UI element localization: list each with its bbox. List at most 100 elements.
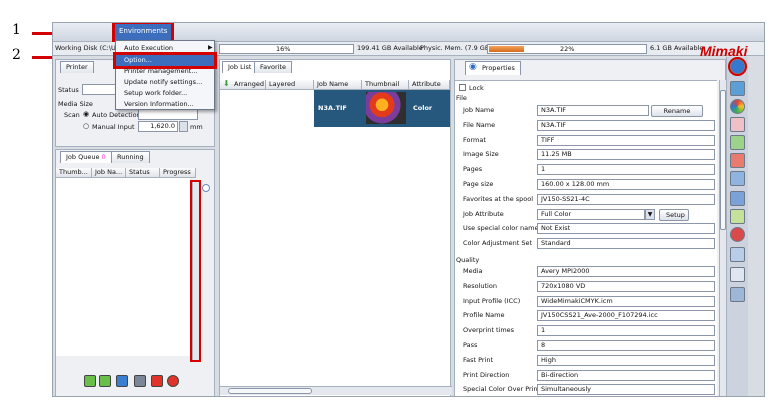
property-row: Favorites at the spool JV150-SS21-4C <box>455 192 717 207</box>
col-attribute[interactable]: Attribute <box>409 80 450 90</box>
manual-input-field[interactable]: 1,620.0 <box>138 121 178 132</box>
unit-label: mm <box>190 123 203 131</box>
queue-delete-icon[interactable] <box>151 375 163 387</box>
overview-tool-icon[interactable] <box>730 209 745 224</box>
property-value[interactable]: 720x1080 VD <box>537 280 715 292</box>
setup-button[interactable]: Setup <box>659 209 689 221</box>
tiling-tool-icon[interactable] <box>730 153 745 168</box>
menu-environments[interactable]: Environments <box>111 23 175 44</box>
manual-input-radio[interactable]: ○ <box>83 122 89 130</box>
tab-printer[interactable]: Printer <box>60 61 94 73</box>
queue-add-icon[interactable] <box>84 375 96 387</box>
queue-stop-icon[interactable] <box>134 375 146 387</box>
menu-item-version-info[interactable]: Version Information... <box>116 99 214 110</box>
property-label: Pass <box>463 341 478 349</box>
merge-tool-icon[interactable] <box>730 267 745 282</box>
property-label: Format <box>463 135 486 144</box>
property-value[interactable]: JV150CSS21_Ave-2000_F107294.icc <box>537 310 715 322</box>
property-value[interactable]: 1 <box>537 164 715 176</box>
composite-tool-icon[interactable] <box>730 135 745 150</box>
property-value[interactable]: N3A.TIF <box>537 105 649 116</box>
property-value[interactable]: TIFF <box>537 134 715 146</box>
property-label: Overprint times <box>463 326 515 335</box>
step-repeat-tool-icon[interactable] <box>730 171 745 186</box>
property-value[interactable]: 1 <box>537 325 715 337</box>
properties-scrollbar[interactable] <box>719 80 726 396</box>
property-label: File Name <box>463 120 496 129</box>
col-progress[interactable]: Progress <box>160 168 196 178</box>
lock-checkbox[interactable] <box>459 84 466 91</box>
menu-item-option[interactable]: Option... <box>113 52 217 69</box>
menu-item-update-notify[interactable]: Update notify settings... <box>116 77 214 88</box>
section-file: File <box>456 94 467 102</box>
copy-tool-icon[interactable] <box>730 247 745 262</box>
property-row: Pages 1 <box>455 162 717 177</box>
property-label: Favorites at the spool <box>463 194 534 203</box>
splitter-handle[interactable] <box>202 184 210 192</box>
col-job-name[interactable]: Job Na... <box>92 168 126 178</box>
property-label: Image Size <box>463 150 499 159</box>
property-value[interactable]: Simultaneously <box>537 384 715 396</box>
tab-job-queue[interactable]: Job Queue 0 <box>60 151 112 163</box>
table-row[interactable]: N3A.TIF Color <box>314 90 450 127</box>
property-row: Page size 160.00 x 128.00 mm <box>455 177 717 192</box>
property-value[interactable]: Not Exist <box>537 223 715 235</box>
col-job-name[interactable]: Job Name <box>314 80 362 90</box>
memory-usage-percent: 22% <box>560 45 575 53</box>
menu-item-setup-work-folder[interactable]: Setup work folder... <box>116 88 214 99</box>
special-color-tool-icon[interactable] <box>730 227 745 242</box>
tab-running[interactable]: Running <box>111 151 150 163</box>
property-value[interactable]: Avery MPI2000 <box>537 266 715 277</box>
menu-item-printer-management[interactable]: Printer management... <box>116 66 214 77</box>
annotation-number-2: 2 <box>12 47 21 63</box>
queue-move-icon[interactable] <box>99 375 111 387</box>
queue-pause-icon[interactable] <box>116 375 128 387</box>
property-value[interactable]: Standard <box>537 238 715 250</box>
scan-slider[interactable] <box>138 109 198 120</box>
property-value[interactable]: WideMimakiCMYK.icm <box>537 295 715 307</box>
auto-detection-radio[interactable]: ◉ <box>83 110 89 118</box>
status-label: Status <box>58 86 79 94</box>
col-status[interactable]: Status <box>126 168 160 178</box>
property-value[interactable]: 11.25 MB <box>537 149 715 161</box>
memory-usage-fill <box>489 46 524 52</box>
col-thumbnail[interactable]: Thumbnail <box>362 80 409 90</box>
col-thumb[interactable]: Thumb... <box>56 168 92 178</box>
property-row: Input Profile (ICC) WideMimakiCMYK.icm <box>455 294 717 309</box>
tab-job-list[interactable]: Job List <box>222 61 258 73</box>
property-label: Profile Name <box>463 311 505 320</box>
tab-favorite[interactable]: Favorite <box>254 61 292 73</box>
property-value[interactable]: JV150-SS21-4C <box>537 193 715 205</box>
manual-input-stepper[interactable] <box>179 121 188 132</box>
properties-tool-icon[interactable] <box>728 57 747 76</box>
color-tool-icon[interactable] <box>730 99 745 114</box>
print-condition-tool-icon[interactable] <box>730 191 745 206</box>
media-size-label: Media Size <box>58 100 93 108</box>
queue-scrollbar[interactable] <box>190 180 201 362</box>
layout-tool-icon[interactable] <box>730 81 745 96</box>
menu-item-auto-execution[interactable]: Auto Execution <box>116 43 214 54</box>
property-row: Color Adjustment Set Standard <box>455 236 717 251</box>
property-row: Overprint times 1 <box>455 323 717 338</box>
job-list-hscrollbar[interactable] <box>220 386 452 395</box>
property-value[interactable]: High <box>537 354 715 366</box>
col-layered[interactable]: Layered <box>266 80 314 90</box>
annotation-number-1: 1 <box>12 22 21 38</box>
queue-cancel-icon[interactable] <box>167 375 179 387</box>
property-value[interactable]: Full Color <box>537 208 645 220</box>
hscroll-thumb[interactable] <box>228 388 312 394</box>
property-value[interactable]: 160.00 x 128.00 mm <box>537 179 715 190</box>
property-row: Media Avery MPI2000 <box>455 264 717 279</box>
disk-usage-bar: 16% <box>219 44 354 54</box>
rename-button[interactable]: Rename <box>651 105 703 117</box>
trash-icon[interactable] <box>730 287 745 302</box>
property-label: Input Profile (ICC) <box>463 296 521 305</box>
manual-input-label: Manual Input <box>92 123 135 131</box>
property-value[interactable]: N3A.TIF <box>537 119 715 131</box>
property-value[interactable]: Bi-direction <box>537 369 715 381</box>
scan-label: Scan <box>64 111 80 119</box>
cut-tool-icon[interactable] <box>730 117 745 132</box>
property-value[interactable]: 8 <box>537 340 715 351</box>
memory-usage-bar: 22% <box>487 44 647 54</box>
job-attribute-dropdown-arrow[interactable]: ▼ <box>645 209 655 220</box>
